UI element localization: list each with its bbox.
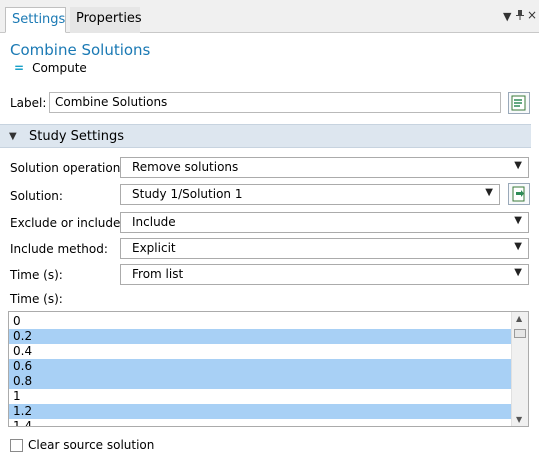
tab-settings[interactable]: Settings xyxy=(5,7,66,33)
list-item[interactable]: 0.6 xyxy=(9,359,511,374)
compute-icon: = xyxy=(14,61,25,75)
scroll-thumb[interactable] xyxy=(514,329,526,338)
solution-select[interactable]: Study 1/Solution 1 ▼ xyxy=(120,184,500,205)
list-item[interactable]: 1 xyxy=(9,389,511,404)
label-field-label: Label: xyxy=(10,96,47,110)
solution-operation-value: Remove solutions xyxy=(132,160,239,174)
scroll-down-icon[interactable]: ▼ xyxy=(516,415,522,424)
chevron-down-icon: ▼ xyxy=(514,267,522,278)
page-title: Combine Solutions xyxy=(10,41,151,59)
chevron-down-icon: ▼ xyxy=(485,187,493,198)
collapse-triangle-icon: ▼ xyxy=(9,131,17,142)
tab-bar: Settings Properties ▼ × xyxy=(0,0,539,33)
edit-node-button[interactable] xyxy=(508,92,530,114)
go-to-source-button[interactable] xyxy=(508,183,530,205)
exclude-include-value: Include xyxy=(132,215,176,229)
list-item[interactable]: 0.2 xyxy=(9,329,511,344)
solution-operation-label: Solution operation: xyxy=(10,161,125,175)
list-item[interactable]: 0.4 xyxy=(9,344,511,359)
time-list[interactable]: 0 0.2 0.4 0.6 0.8 1 1.2 1.4 ▲ ▼ xyxy=(8,311,529,427)
include-method-label: Include method: xyxy=(10,242,108,256)
close-icon[interactable]: × xyxy=(527,8,537,22)
chevron-down-icon: ▼ xyxy=(514,241,522,252)
time-mode-label: Time (s): xyxy=(10,268,63,282)
tab-properties[interactable]: Properties xyxy=(70,7,142,33)
solution-label: Solution: xyxy=(10,189,63,203)
study-settings-section[interactable]: ▼ Study Settings xyxy=(0,124,531,148)
pin-icon[interactable] xyxy=(516,10,524,23)
list-scrollbar[interactable]: ▲ ▼ xyxy=(511,312,528,426)
label-input[interactable]: Combine Solutions xyxy=(49,92,501,113)
include-method-value: Explicit xyxy=(132,241,176,255)
compute-button[interactable]: = Compute xyxy=(14,61,87,75)
chevron-down-icon: ▼ xyxy=(514,215,522,226)
scroll-up-icon[interactable]: ▲ xyxy=(516,314,522,323)
exclude-include-select[interactable]: Include ▼ xyxy=(120,212,529,233)
list-item[interactable]: 0.8 xyxy=(9,374,511,389)
clear-source-label: Clear source solution xyxy=(28,438,155,452)
list-item[interactable]: 1.2 xyxy=(9,404,511,419)
chevron-down-icon: ▼ xyxy=(514,160,522,171)
compute-label: Compute xyxy=(32,61,87,75)
list-edit-icon xyxy=(511,95,526,111)
solution-operation-select[interactable]: Remove solutions ▼ xyxy=(120,157,529,178)
time-mode-select[interactable]: From list ▼ xyxy=(120,264,529,285)
go-to-source-icon xyxy=(512,186,525,202)
exclude-include-label: Exclude or include: xyxy=(10,216,125,230)
chevron-down-icon[interactable]: ▼ xyxy=(503,10,511,23)
clear-source-checkbox[interactable] xyxy=(10,439,23,452)
section-title: Study Settings xyxy=(29,129,124,144)
list-item[interactable]: 0 xyxy=(9,314,511,329)
time-mode-value: From list xyxy=(132,267,184,281)
include-method-select[interactable]: Explicit ▼ xyxy=(120,238,529,259)
solution-value: Study 1/Solution 1 xyxy=(132,187,243,201)
list-item[interactable]: 1.4 xyxy=(9,419,511,426)
time-list-label: Time (s): xyxy=(10,292,63,306)
